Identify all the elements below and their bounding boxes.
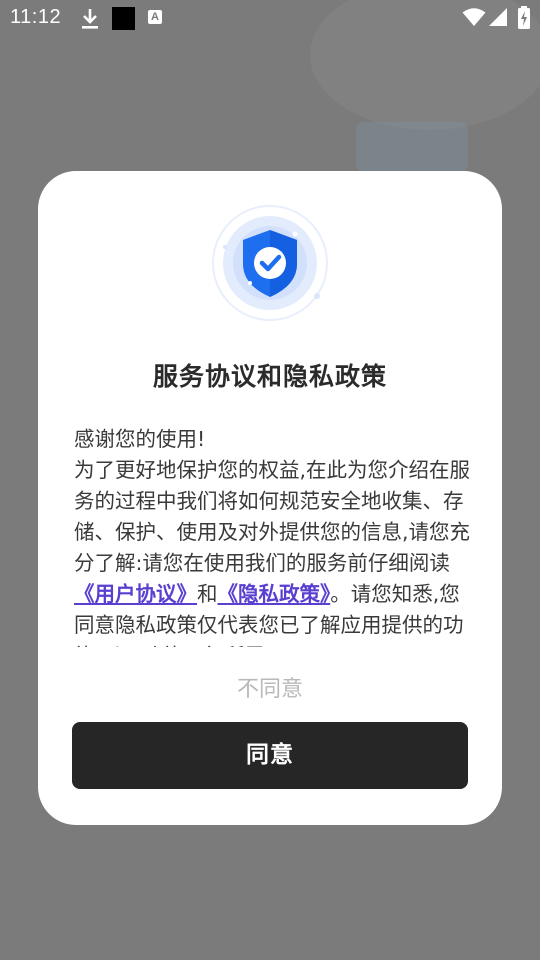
greeting-text: 感谢您的使用!: [74, 427, 206, 451]
dialog-title: 服务协议和隐私政策: [152, 362, 387, 391]
body-text-before: 为了更好地保护您的权益,在此为您介绍在服务的过程中我们将如何规范安全地收集、存储…: [74, 458, 470, 575]
privacy-dialog: 服务协议和隐私政策 感谢您的使用! 为了更好地保护您的权益,在此为您介绍在服务的…: [38, 171, 502, 825]
background-card: [356, 122, 468, 172]
conjunction-text: 和: [197, 582, 218, 606]
dialog-content[interactable]: 感谢您的使用! 为了更好地保护您的权益,在此为您介绍在服务的过程中我们将如何规范…: [74, 424, 470, 647]
agree-button[interactable]: 同意: [72, 722, 468, 789]
privacy-policy-link[interactable]: 《隐私政策》: [218, 582, 331, 606]
body-paragraph: 为了更好地保护您的权益,在此为您介绍在服务的过程中我们将如何规范安全地收集、存储…: [74, 455, 470, 647]
black-square-icon: [112, 7, 135, 30]
user-agreement-link[interactable]: 《用户协议》: [74, 582, 197, 606]
status-time: 11:12: [10, 6, 62, 28]
status-bar: 11:12 A: [0, 0, 540, 36]
shield-check-icon: [210, 203, 330, 323]
a-icon: A: [148, 10, 162, 24]
wifi-icon: [462, 7, 486, 31]
download-icon: [80, 8, 100, 34]
signal-icon: [488, 7, 508, 31]
disagree-button[interactable]: 不同意: [38, 671, 502, 703]
battery-icon: [517, 6, 531, 34]
a-icon-letter: A: [151, 11, 159, 23]
